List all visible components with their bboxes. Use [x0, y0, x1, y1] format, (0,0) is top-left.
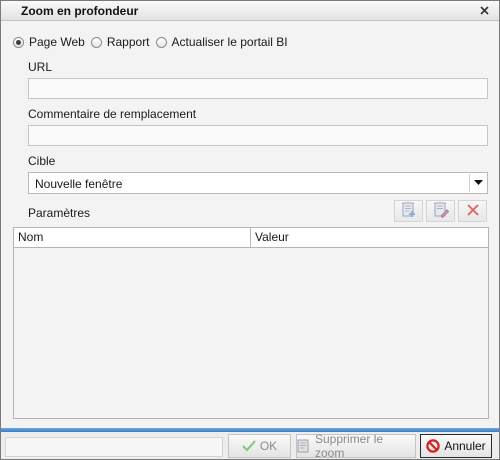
dialog-footer: OK Supprimer le zoom Annuler	[1, 432, 499, 460]
url-input[interactable]	[28, 78, 488, 99]
title-bar: Zoom en profondeur	[1, 1, 499, 21]
radio-rapport[interactable]	[90, 36, 102, 48]
remove-zoom-label: Supprimer le zoom	[315, 432, 384, 460]
window-title: Zoom en profondeur	[21, 4, 139, 18]
delete-parameter-icon	[466, 203, 480, 220]
alt-comment-input[interactable]	[28, 125, 488, 146]
checkmark-icon	[242, 440, 256, 452]
cancel-button[interactable]: Annuler	[420, 434, 492, 458]
remove-zoom-icon	[297, 439, 311, 453]
edit-parameter-icon	[433, 202, 449, 221]
column-header-valeur[interactable]: Valeur	[251, 228, 488, 247]
add-parameter-button[interactable]	[394, 200, 423, 222]
grid-header: Nom Valeur	[14, 228, 488, 248]
target-type-group: Page Web Rapport Actualiser le portail B…	[13, 34, 294, 50]
parameters-label: Paramètres	[28, 206, 91, 220]
radio-page-web[interactable]	[13, 36, 24, 48]
radio-page-web-label[interactable]: Page Web	[29, 35, 85, 49]
url-label: URL	[28, 60, 53, 74]
column-header-nom[interactable]: Nom	[14, 228, 251, 247]
ok-label: OK	[259, 439, 278, 453]
drill-down-dialog: Zoom en profondeur Page Web Rapport Actu…	[0, 0, 500, 460]
target-label: Cible	[28, 154, 56, 168]
target-selected-value: Nouvelle fenêtre	[35, 177, 123, 191]
ok-button[interactable]: OK	[228, 434, 291, 458]
alt-comment-label: Commentaire de remplacement	[28, 107, 197, 121]
radio-actualiser-portail[interactable]	[155, 36, 167, 48]
cancel-label: Annuler	[444, 439, 486, 453]
radio-rapport-label[interactable]: Rapport	[107, 35, 150, 49]
edit-parameter-button[interactable]	[426, 200, 455, 222]
radio-actualiser-portail-label[interactable]: Actualiser le portail BI	[172, 35, 288, 49]
delete-parameter-button[interactable]	[458, 200, 487, 222]
chevron-down-icon[interactable]	[469, 174, 486, 192]
close-icon[interactable]	[478, 4, 491, 17]
cancel-icon	[426, 439, 441, 453]
footer-status-field	[5, 437, 223, 457]
remove-zoom-button[interactable]: Supprimer le zoom	[296, 432, 416, 460]
parameters-grid[interactable]: Nom Valeur	[13, 227, 489, 419]
target-select[interactable]: Nouvelle fenêtre	[28, 172, 488, 194]
add-parameter-icon	[401, 202, 417, 221]
